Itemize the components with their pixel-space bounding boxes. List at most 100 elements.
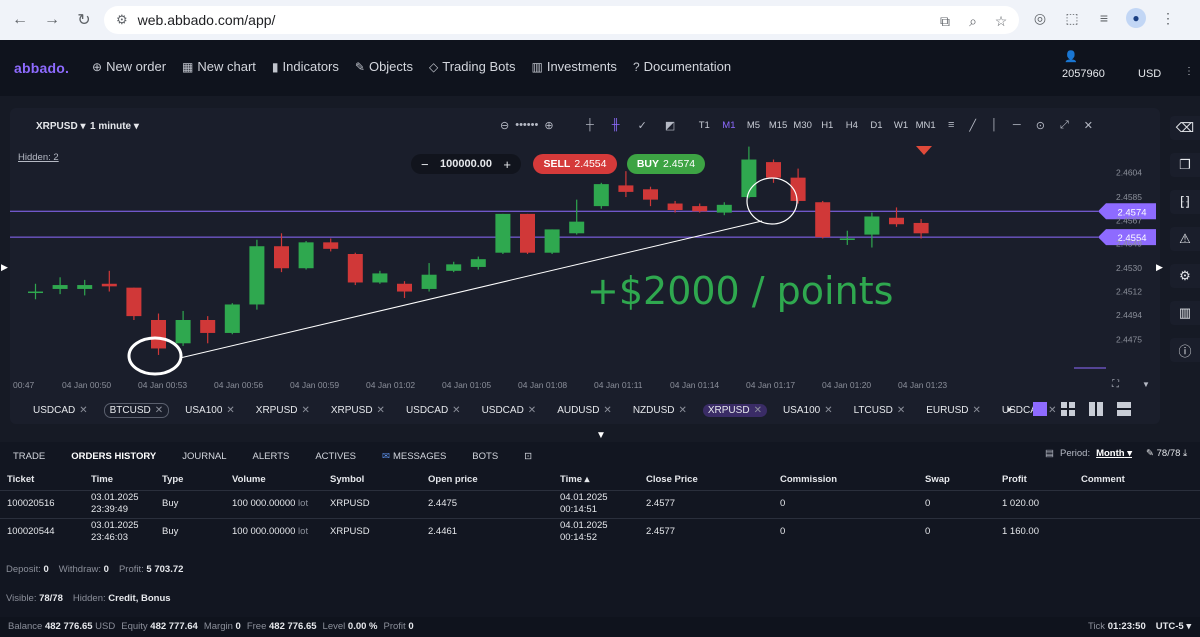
period-select[interactable]: Month ▾ bbox=[1096, 448, 1132, 459]
close-tab-icon[interactable]: ✕ bbox=[972, 405, 980, 416]
profile-avatar-icon[interactable]: ● bbox=[1126, 8, 1146, 28]
buy-button[interactable]: BUY 2.4574 bbox=[627, 154, 705, 174]
hidden-summary[interactable]: Hidden: Credit, Bonus bbox=[73, 593, 171, 604]
info-icon[interactable]: ⓘ bbox=[1170, 338, 1200, 362]
symbol-tab[interactable]: USDCAD ✕ bbox=[28, 404, 93, 417]
menu-objects[interactable]: ✎ Objects bbox=[355, 59, 413, 74]
table-row[interactable]: 100020544 03.01.2025 23:46:03 Buy 100 000… bbox=[0, 517, 1200, 546]
close-tab-icon[interactable]: ✕ bbox=[528, 405, 536, 416]
layout-columns-icon[interactable] bbox=[1089, 402, 1103, 416]
timeframe-d1[interactable]: D1 bbox=[864, 120, 889, 131]
close-tab-icon[interactable]: ✕ bbox=[155, 405, 163, 416]
collapse-panel-icon[interactable]: ▼ bbox=[596, 430, 606, 441]
col-symbol[interactable]: Symbol bbox=[323, 470, 421, 490]
app-logo[interactable]: abbado. bbox=[14, 60, 69, 76]
col-open-price[interactable]: Open price bbox=[421, 470, 553, 490]
close-tab-icon[interactable]: ✕ bbox=[79, 405, 87, 416]
close-tab-icon[interactable]: ✕ bbox=[897, 405, 905, 416]
col-ticket[interactable]: Ticket bbox=[0, 470, 84, 490]
indicator-list-icon[interactable]: ≡ bbox=[948, 119, 954, 132]
warning-icon[interactable]: ⚠ bbox=[1170, 227, 1200, 251]
timeframe-h4[interactable]: H4 bbox=[840, 120, 865, 131]
chart-interval-select[interactable]: 1 minute ▾ bbox=[90, 121, 139, 132]
horizontal-line-icon[interactable]: ─ bbox=[1013, 119, 1021, 132]
bar-type-icon[interactable]: ┼ bbox=[586, 119, 594, 132]
close-tab-icon[interactable]: ✕ bbox=[824, 405, 832, 416]
symbol-tab[interactable]: USA100 ✕ bbox=[778, 404, 838, 417]
lot-decrease-button[interactable]: − bbox=[421, 157, 429, 172]
settings-gear-icon[interactable]: ⚙ bbox=[1170, 264, 1200, 288]
col-comment[interactable]: Comment bbox=[1074, 470, 1200, 490]
expand-right-icon[interactable]: ▶ bbox=[1156, 262, 1163, 273]
timeframe-m30[interactable]: M30 bbox=[790, 120, 815, 131]
terminal-icon[interactable]: ⊡ bbox=[524, 451, 532, 462]
vertical-line-icon[interactable]: │ bbox=[991, 119, 998, 132]
extension-record-icon[interactable]: ◎ bbox=[1030, 10, 1050, 27]
candle-type-icon[interactable]: ╫ bbox=[612, 119, 620, 132]
symbol-tab[interactable]: XRPUSD ✕ bbox=[251, 404, 315, 417]
browser-menu-icon[interactable]: ⋮ bbox=[1158, 10, 1178, 27]
media-icon[interactable]: ≡ bbox=[1094, 10, 1114, 26]
timezone-select[interactable]: UTC-5 ▾ bbox=[1156, 621, 1191, 632]
tab-bots[interactable]: BOTS bbox=[472, 451, 498, 462]
menu-investments[interactable]: ▥ Investments bbox=[532, 59, 617, 74]
lot-increase-button[interactable]: + bbox=[503, 157, 511, 172]
account-selector[interactable]: 👤 2057960 USD bbox=[1062, 50, 1161, 80]
symbol-tab[interactable]: BTCUSD ✕ bbox=[103, 402, 170, 418]
menu-new-chart[interactable]: ▦ New chart bbox=[182, 59, 256, 74]
menu-trading-bots[interactable]: ◇ Trading Bots bbox=[429, 59, 515, 74]
col-close-price[interactable]: Close Price bbox=[639, 470, 773, 490]
symbol-tab[interactable]: NZDUSD ✕ bbox=[628, 404, 692, 417]
eraser-icon[interactable]: ⌫ bbox=[1170, 116, 1200, 140]
layout-single-icon[interactable] bbox=[1033, 402, 1047, 416]
close-tab-icon[interactable]: ✕ bbox=[377, 405, 385, 416]
sell-button[interactable]: SELL 2.4554 bbox=[533, 154, 617, 174]
tab-trade[interactable]: TRADE bbox=[13, 451, 45, 462]
trendline-icon[interactable]: ╱ bbox=[969, 119, 976, 132]
col-commission[interactable]: Commission bbox=[773, 470, 918, 490]
account-menu-icon[interactable]: ⋮ bbox=[1184, 66, 1194, 77]
indicator-bracket-icon[interactable]: ⁅⁆ bbox=[1170, 190, 1200, 214]
col-time[interactable]: Time bbox=[84, 470, 155, 490]
collapse-left-icon[interactable]: ▶ bbox=[1, 262, 8, 273]
close-tab-icon[interactable]: ✕ bbox=[452, 405, 460, 416]
templates-icon[interactable]: ❐ bbox=[1170, 153, 1200, 177]
symbol-tab[interactable]: XRPUSD ✕ bbox=[326, 404, 390, 417]
symbol-tab[interactable]: USDCAD ✕ bbox=[477, 404, 542, 417]
close-tab-icon[interactable]: ✕ bbox=[678, 405, 686, 416]
zoom-in-icon[interactable]: ⊕ bbox=[544, 119, 553, 132]
tabs-more-icon[interactable]: ▸ bbox=[1008, 404, 1013, 415]
zoom-icon[interactable]: ⌕ bbox=[963, 13, 983, 30]
close-tab-icon[interactable]: ✕ bbox=[226, 405, 234, 416]
timeframe-h1[interactable]: H1 bbox=[815, 120, 840, 131]
layout-rows-icon[interactable] bbox=[1117, 402, 1131, 416]
bookmark-star-icon[interactable]: ☆ bbox=[991, 13, 1011, 30]
candlestick-chart[interactable]: 2.4574 2.4554 2.4604 2.4585 2.4567 2.4549 2.45… bbox=[10, 144, 1160, 402]
symbol-tab[interactable]: LTCUSD ✕ bbox=[849, 404, 911, 417]
fit-chart-icon[interactable]: ⛶ bbox=[1112, 379, 1119, 390]
layout-grid-icon[interactable] bbox=[1061, 402, 1075, 416]
back-icon[interactable]: ← bbox=[8, 8, 32, 32]
lot-value[interactable]: 100000.00 bbox=[440, 158, 492, 170]
symbol-tab[interactable]: EURUSD ✕ bbox=[921, 404, 986, 417]
chart-symbol-select[interactable]: XRPUSD ▾ bbox=[36, 121, 86, 132]
close-tab-icon[interactable]: ✕ bbox=[603, 405, 611, 416]
timeframe-w1[interactable]: W1 bbox=[889, 120, 914, 131]
extensions-icon[interactable]: ⬚ bbox=[1062, 10, 1082, 27]
close-tab-icon[interactable]: ✕ bbox=[754, 405, 762, 416]
symbol-tab[interactable]: USDCAD ✕ bbox=[401, 404, 466, 417]
chart-options-caret-icon[interactable]: ▼ bbox=[1142, 380, 1150, 389]
stats-icon[interactable]: ▥ bbox=[1170, 301, 1200, 325]
forward-icon[interactable]: → bbox=[40, 8, 64, 32]
reload-icon[interactable]: ↻ bbox=[72, 8, 96, 32]
menu-documentation[interactable]: ? Documentation bbox=[633, 59, 731, 74]
install-app-icon[interactable]: ⧉ bbox=[935, 13, 955, 30]
table-row[interactable]: 100020516 03.01.2025 23:39:49 Buy 100 000… bbox=[0, 489, 1200, 518]
timeframe-m15[interactable]: M15 bbox=[766, 120, 791, 131]
close-chart-icon[interactable]: ✕ bbox=[1084, 119, 1093, 132]
timeframe-t1[interactable]: T1 bbox=[692, 120, 717, 131]
col-type[interactable]: Type bbox=[155, 470, 225, 490]
symbol-tab[interactable]: USA100 ✕ bbox=[180, 404, 240, 417]
url-text[interactable]: web.abbado.com/app/ bbox=[138, 12, 276, 28]
area-type-icon[interactable]: ◩ bbox=[665, 119, 675, 132]
